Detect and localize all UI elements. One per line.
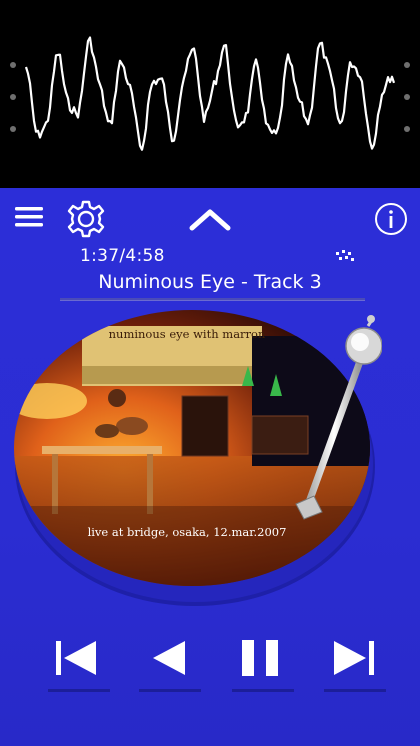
title-divider: [60, 298, 365, 300]
pause-icon: [242, 640, 278, 676]
scroll-dots-right: [404, 62, 410, 132]
gear-icon[interactable]: [66, 199, 106, 239]
waveform-line: [24, 36, 396, 151]
play-reverse-button[interactable]: [135, 625, 201, 692]
album-caption-bottom: live at bridge, osaka, 12.mar.2007: [88, 525, 287, 539]
skip-next-button[interactable]: [320, 625, 386, 692]
album-caption-top: numinous eye with marron: [109, 327, 266, 341]
playback-controls: [0, 625, 420, 705]
info-icon[interactable]: [374, 202, 408, 236]
skip-next-icon: [334, 641, 374, 675]
playback-time: 1:37/4:58: [80, 246, 165, 266]
player-panel: 1:37/4:58 Numinous Eye - Track 3 numinou…: [0, 188, 420, 746]
skip-previous-icon: [56, 641, 96, 675]
waveform-visualizer: [0, 0, 420, 188]
chevron-up-icon[interactable]: [188, 208, 232, 232]
track-title: Numinous Eye - Track 3: [98, 271, 322, 293]
connection-dots-icon: [336, 250, 354, 261]
pause-button[interactable]: [228, 625, 294, 692]
turntable[interactable]: numinous eye with marron live at bridge,…: [12, 306, 382, 626]
skip-previous-button[interactable]: [44, 625, 110, 692]
play-reverse-icon: [153, 641, 185, 675]
hamburger-menu-icon[interactable]: [14, 205, 44, 229]
